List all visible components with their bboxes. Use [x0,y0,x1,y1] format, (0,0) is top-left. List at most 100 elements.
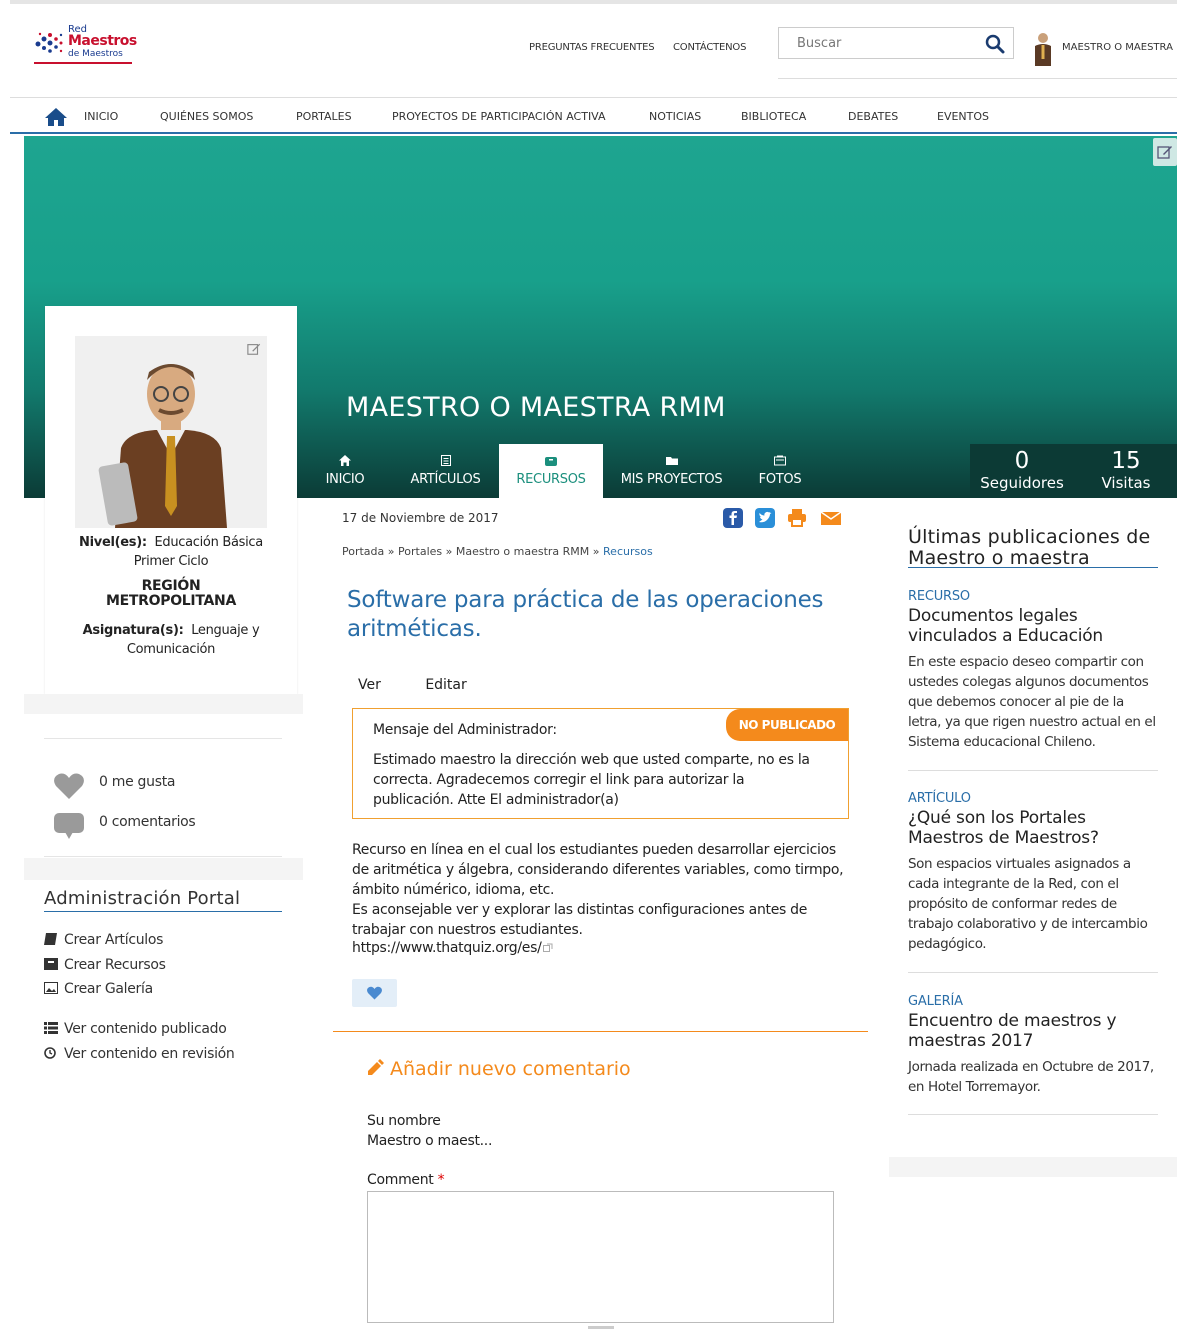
visits-count: 15 [1111,448,1141,474]
admin-panel: Administración Portal Crear Artículos Cr… [24,880,303,1106]
nav-item-quienes-somos[interactable]: QUIÉNES SOMOS [160,110,253,123]
pencil-icon [368,1059,384,1075]
post-title[interactable]: Encuentro de maestros y maestras 2017 [908,1011,1158,1051]
tab-label: FOTOS [758,472,802,487]
external-link[interactable]: https://www.thatquiz.org/es/ [352,940,553,956]
divider [908,770,1158,771]
post-desc: En este espacio deseo compartir con uste… [908,654,1156,750]
book-icon [44,933,57,945]
breadcrumb-portada[interactable]: Portada [342,545,384,558]
divider [908,1114,1158,1115]
status-badge: NO PUBLICADO [726,709,848,741]
divider [44,738,282,739]
tab-editar[interactable]: Editar [425,677,466,693]
comment-label-text: Comment [367,1172,434,1188]
latest-posts-title: Últimas publicaciones de Maestro o maest… [908,526,1151,569]
banner-edit-button[interactable] [1153,138,1177,166]
post-type: ARTÍCULO [908,791,971,806]
logo-dots-icon [35,32,63,53]
tab-fotos[interactable]: FOTOS [740,444,820,498]
create-articles-label: Crear Artículos [64,932,164,948]
tab-recursos[interactable]: RECURSOS [499,444,603,498]
tab-label: MIS PROYECTOS [620,472,723,487]
latest-post-item[interactable]: RECURSO Documentos legales vinculados a … [908,589,1158,752]
logo-underline [34,62,132,64]
admin-title: Administración Portal [44,888,241,909]
create-resources-link[interactable]: Crear Recursos [44,957,166,973]
article-date: 17 de Noviembre de 2017 [342,511,499,525]
stats-panel: 0 Seguidores 15 Visitas [970,444,1177,498]
nav-item-debates[interactable]: DEBATES [848,110,898,123]
tab-ver[interactable]: Ver [358,677,381,693]
user-menu-link[interactable]: MAESTRO O MAESTRA ... [1062,42,1177,53]
tab-articulos[interactable]: ARTÍCULOS [392,444,499,498]
external-link-text: https://www.thatquiz.org/es/ [352,940,542,956]
nav-item-proyectos[interactable]: PROYECTOS DE PARTICIPACIÓN ACTIVA [392,110,606,123]
heart-icon [367,986,382,1000]
nav-item-eventos[interactable]: EVENTOS [937,110,989,123]
like-button[interactable] [352,979,397,1007]
published-content-link[interactable]: Ver contenido publicado [44,1021,227,1037]
levels-label: Nivel(es): [79,535,147,550]
home-icon [339,455,351,466]
user-avatar-icon[interactable] [1032,32,1054,66]
post-type: RECURSO [908,589,970,604]
latest-post-item[interactable]: GALERÍA Encuentro de maestros y maestras… [908,994,1158,1097]
review-content-label: Ver contenido en revisión [64,1046,235,1062]
avatar [75,336,267,528]
comment-icon[interactable] [53,812,85,840]
nav-item-inicio[interactable]: INICIO [84,110,118,123]
content-divider [333,1031,868,1032]
facebook-icon[interactable] [722,508,744,528]
portal-tabs: INICIO ARTÍCULOS RECURSOS MIS PROYECTOS … [298,444,1177,498]
image-icon [44,982,58,994]
edit-icon [1157,146,1172,159]
email-icon[interactable] [820,510,842,526]
comment-label: Comment * [367,1172,445,1188]
post-desc: Son espacios virtuales asignados a cada … [908,856,1148,952]
site-logo[interactable]: Red Maestros de Maestros [34,24,144,68]
create-gallery-label: Crear Galería [64,981,153,997]
post-desc: Jornada realizada en Octubre de 2017, en… [908,1059,1154,1095]
article-body: Recurso en línea en el cual los estudian… [352,842,844,938]
comment-textarea[interactable] [367,1191,834,1323]
search-icon[interactable] [985,34,1005,54]
top-header: Red Maestros de Maestros PREGUNTAS FRECU… [10,0,1177,98]
faq-link[interactable]: PREGUNTAS FRECUENTES [529,42,655,53]
levels-value: Educación Básica Primer Ciclo [133,535,264,569]
region: REGIÓN METROPOLITANA [106,578,236,609]
create-gallery-link[interactable]: Crear Galería [44,981,153,997]
nav-item-noticias[interactable]: NOTICIAS [649,110,701,123]
nav-item-biblioteca[interactable]: BIBLIOTECA [741,110,806,123]
contact-link[interactable]: CONTÁCTENOS [673,42,746,53]
followers-label[interactable]: Seguidores [970,474,1074,492]
list-icon [44,1022,58,1034]
edit-icon[interactable] [247,342,261,356]
review-content-link[interactable]: Ver contenido en revisión [44,1046,235,1062]
search-input[interactable] [779,28,979,58]
post-title[interactable]: ¿Qué son los Portales Maestros de Maestr… [908,808,1158,848]
breadcrumb-portal[interactable]: Maestro o maestra RMM [456,545,589,558]
latest-posts-underline [908,567,1158,568]
breadcrumb-recursos[interactable]: Recursos [603,545,653,558]
main-nav: INICIO QUIÉNES SOMOS PORTALES PROYECTOS … [10,99,1177,134]
resource-icon [545,457,557,466]
post-title[interactable]: Documentos legales vinculados a Educació… [908,606,1158,646]
comments-count: 0 comentarios [99,814,196,830]
heart-icon[interactable] [53,772,85,800]
twitter-icon[interactable] [754,508,776,528]
name-value: Maestro o maest... [367,1133,493,1149]
tab-inicio[interactable]: INICIO [298,444,392,498]
home-icon[interactable] [44,107,68,127]
followers-count: 0 [1014,448,1030,474]
latest-post-item[interactable]: ARTÍCULO ¿Qué son los Portales Maestros … [908,791,1158,954]
social-stats: 0 me gusta 0 comentarios [24,714,303,858]
resize-grip[interactable] [588,1326,614,1329]
print-icon[interactable] [786,508,808,528]
add-comment-label: Añadir nuevo comentario [390,1058,631,1080]
create-articles-link[interactable]: Crear Artículos [44,932,163,948]
breadcrumb-portales[interactable]: Portales [398,545,442,558]
admin-message-body: Estimado maestro la dirección web que us… [373,752,810,808]
nav-item-portales[interactable]: PORTALES [296,110,352,123]
tab-mis-proyectos[interactable]: MIS PROYECTOS [603,444,740,498]
